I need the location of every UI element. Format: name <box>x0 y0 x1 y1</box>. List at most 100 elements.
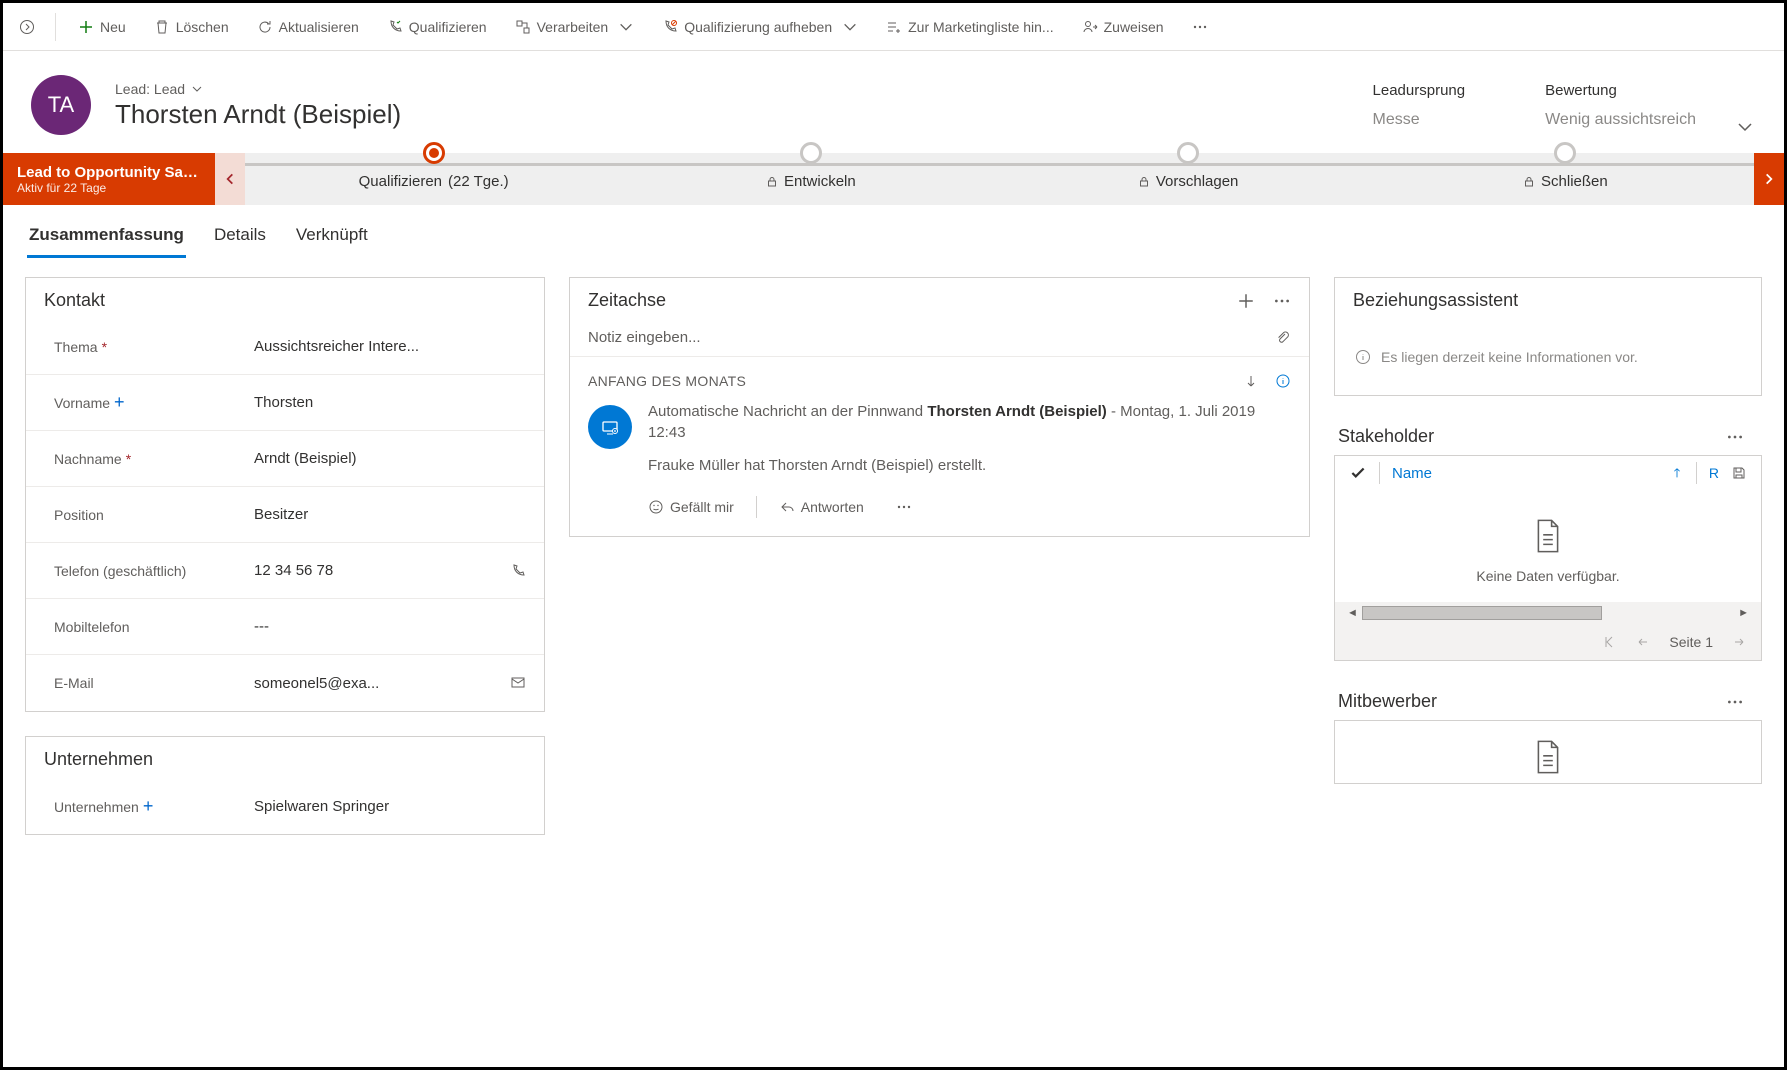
more-icon <box>1273 292 1291 310</box>
field-label: Telefon (geschäftlich) <box>54 563 186 579</box>
new-button[interactable]: Neu <box>68 3 136 50</box>
process-icon <box>515 19 531 35</box>
smile-icon <box>648 499 664 515</box>
stage-qualify[interactable]: Qualifizieren (22 Tge.) <box>245 153 622 205</box>
chevron-left-icon <box>223 172 237 186</box>
qualify-button[interactable]: Qualifizieren <box>377 3 497 50</box>
add-marketing-button[interactable]: Zur Marketingliste hin... <box>876 3 1064 50</box>
plus-icon <box>78 19 94 35</box>
timeline-item-title: Automatische Nachricht an der Pinnwand T… <box>648 401 1291 443</box>
empty-text: Keine Daten verfügbar. <box>1476 568 1619 584</box>
header-field-value[interactable]: Messe <box>1373 111 1466 129</box>
command-bar: Neu Löschen Aktualisieren Qualifizieren … <box>3 3 1784 51</box>
disqualify-button[interactable]: Qualifizierung aufheben <box>652 3 868 50</box>
tab-summary[interactable]: Zusammenfassung <box>27 217 186 258</box>
stakeholder-more-button[interactable] <box>1726 428 1744 446</box>
field-label: Position <box>54 507 104 523</box>
more-commands-button[interactable] <box>1182 3 1218 50</box>
timeline-section-label: ANFANG DES MONATS <box>588 373 746 389</box>
header-field-label: Bewertung <box>1545 82 1696 99</box>
stage-marker-icon <box>1554 142 1576 164</box>
scrollbar-thumb[interactable] <box>1362 606 1602 620</box>
column-name[interactable]: Name <box>1392 465 1658 482</box>
pager-first-button[interactable] <box>1601 634 1617 650</box>
header-expand-button[interactable] <box>1736 118 1754 136</box>
sort-asc-button[interactable] <box>1670 466 1684 480</box>
stakeholder-section: Stakeholder Name R <box>1334 414 1762 661</box>
contact-section: Kontakt Thema* Aussichtsreicher Intere..… <box>25 277 545 712</box>
timeline-item[interactable]: Automatische Nachricht an der Pinnwand T… <box>570 401 1309 536</box>
arrow-up-icon <box>1670 466 1684 480</box>
like-button[interactable]: Gefällt mir <box>648 499 734 515</box>
like-label: Gefällt mir <box>670 499 734 515</box>
recommended-icon: + <box>143 796 154 816</box>
competitors-more-button[interactable] <box>1726 693 1744 711</box>
assistant-section: Beziehungsassistent Es liegen derzeit ke… <box>1334 277 1762 396</box>
timeline-more-button[interactable] <box>1273 292 1291 310</box>
field-value: Arndt (Beispiel) <box>254 450 526 467</box>
chevron-right-circle-icon <box>19 19 35 35</box>
lock-icon <box>1138 176 1150 188</box>
horizontal-scrollbar[interactable]: ◄ ► <box>1335 602 1761 624</box>
field-nachname[interactable]: Nachname* Arndt (Beispiel) <box>26 431 544 487</box>
refresh-label: Aktualisieren <box>279 19 359 35</box>
back-button[interactable] <box>11 3 43 50</box>
timeline-sort-button[interactable] <box>1243 373 1259 389</box>
process-prev-button[interactable] <box>215 153 245 205</box>
refresh-button[interactable]: Aktualisieren <box>247 3 369 50</box>
reply-button[interactable]: Antworten <box>779 499 864 515</box>
header-field-value[interactable]: Wenig aussichtsreich <box>1545 111 1696 129</box>
attachment-button[interactable] <box>1275 330 1291 346</box>
reply-icon <box>779 499 795 515</box>
form-tabs: Zusammenfassung Details Verknüpft <box>3 205 1784 259</box>
field-mobil[interactable]: Mobiltelefon --- <box>26 599 544 655</box>
save-grid-button[interactable] <box>1731 465 1747 481</box>
more-icon <box>1726 693 1744 711</box>
stage-close[interactable]: Schließen <box>1377 153 1754 205</box>
paperclip-icon <box>1275 330 1291 346</box>
scroll-right-icon[interactable]: ► <box>1734 607 1753 619</box>
process-header[interactable]: Lead to Opportunity Sale... Aktiv für 22… <box>3 153 215 205</box>
new-label: Neu <box>100 19 126 35</box>
check-icon[interactable] <box>1349 464 1367 482</box>
timeline-heading: Zeitachse <box>588 290 666 311</box>
pager-next-button[interactable] <box>1731 634 1747 650</box>
field-position[interactable]: Position Besitzer <box>26 487 544 543</box>
column-r[interactable]: R <box>1709 465 1719 481</box>
tab-details[interactable]: Details <box>212 217 268 258</box>
process-next-button[interactable] <box>1754 153 1784 205</box>
field-unternehmen[interactable]: Unternehmen+ Spielwaren Springer <box>26 778 544 834</box>
field-label: Vorname <box>54 395 110 411</box>
record-type[interactable]: Lead: Lead <box>115 81 401 97</box>
refresh-icon <box>257 19 273 35</box>
chevron-down-icon <box>842 19 858 35</box>
more-icon <box>1726 428 1744 446</box>
delete-button[interactable]: Löschen <box>144 3 239 50</box>
lock-icon <box>1523 176 1535 188</box>
field-email[interactable]: E-Mail someonel5@exa... <box>26 655 544 711</box>
process-button[interactable]: Verarbeiten <box>505 3 645 50</box>
stage-develop[interactable]: Entwickeln <box>622 153 999 205</box>
tab-related[interactable]: Verknüpft <box>294 217 370 258</box>
record-header: TA Lead: Lead Thorsten Arndt (Beispiel) … <box>3 51 1784 153</box>
pager-prev-button[interactable] <box>1635 634 1651 650</box>
phone-icon[interactable] <box>510 563 526 579</box>
pager: Seite 1 <box>1335 624 1761 660</box>
field-vorname[interactable]: Vorname+ Thorsten <box>26 375 544 431</box>
assign-button[interactable]: Zuweisen <box>1072 3 1174 50</box>
timeline-info-button[interactable] <box>1275 373 1291 389</box>
field-thema[interactable]: Thema* Aussichtsreicher Intere... <box>26 319 544 375</box>
scroll-left-icon[interactable]: ◄ <box>1343 607 1362 619</box>
info-icon <box>1275 373 1291 389</box>
mail-icon[interactable] <box>510 675 526 691</box>
competitors-section: Mitbewerber <box>1334 679 1762 784</box>
stage-marker-icon <box>423 142 445 164</box>
timeline-note-input[interactable]: Notiz eingeben... <box>570 319 1309 357</box>
timeline-add-button[interactable] <box>1237 292 1255 310</box>
stage-propose[interactable]: Vorschlagen <box>1000 153 1377 205</box>
field-telefon[interactable]: Telefon (geschäftlich) 12 34 56 78 <box>26 543 544 599</box>
person-arrow-icon <box>1082 19 1098 35</box>
process-name: Lead to Opportunity Sale... <box>17 164 201 181</box>
chevron-right-icon <box>1762 172 1776 186</box>
timeline-item-more[interactable] <box>896 499 912 515</box>
